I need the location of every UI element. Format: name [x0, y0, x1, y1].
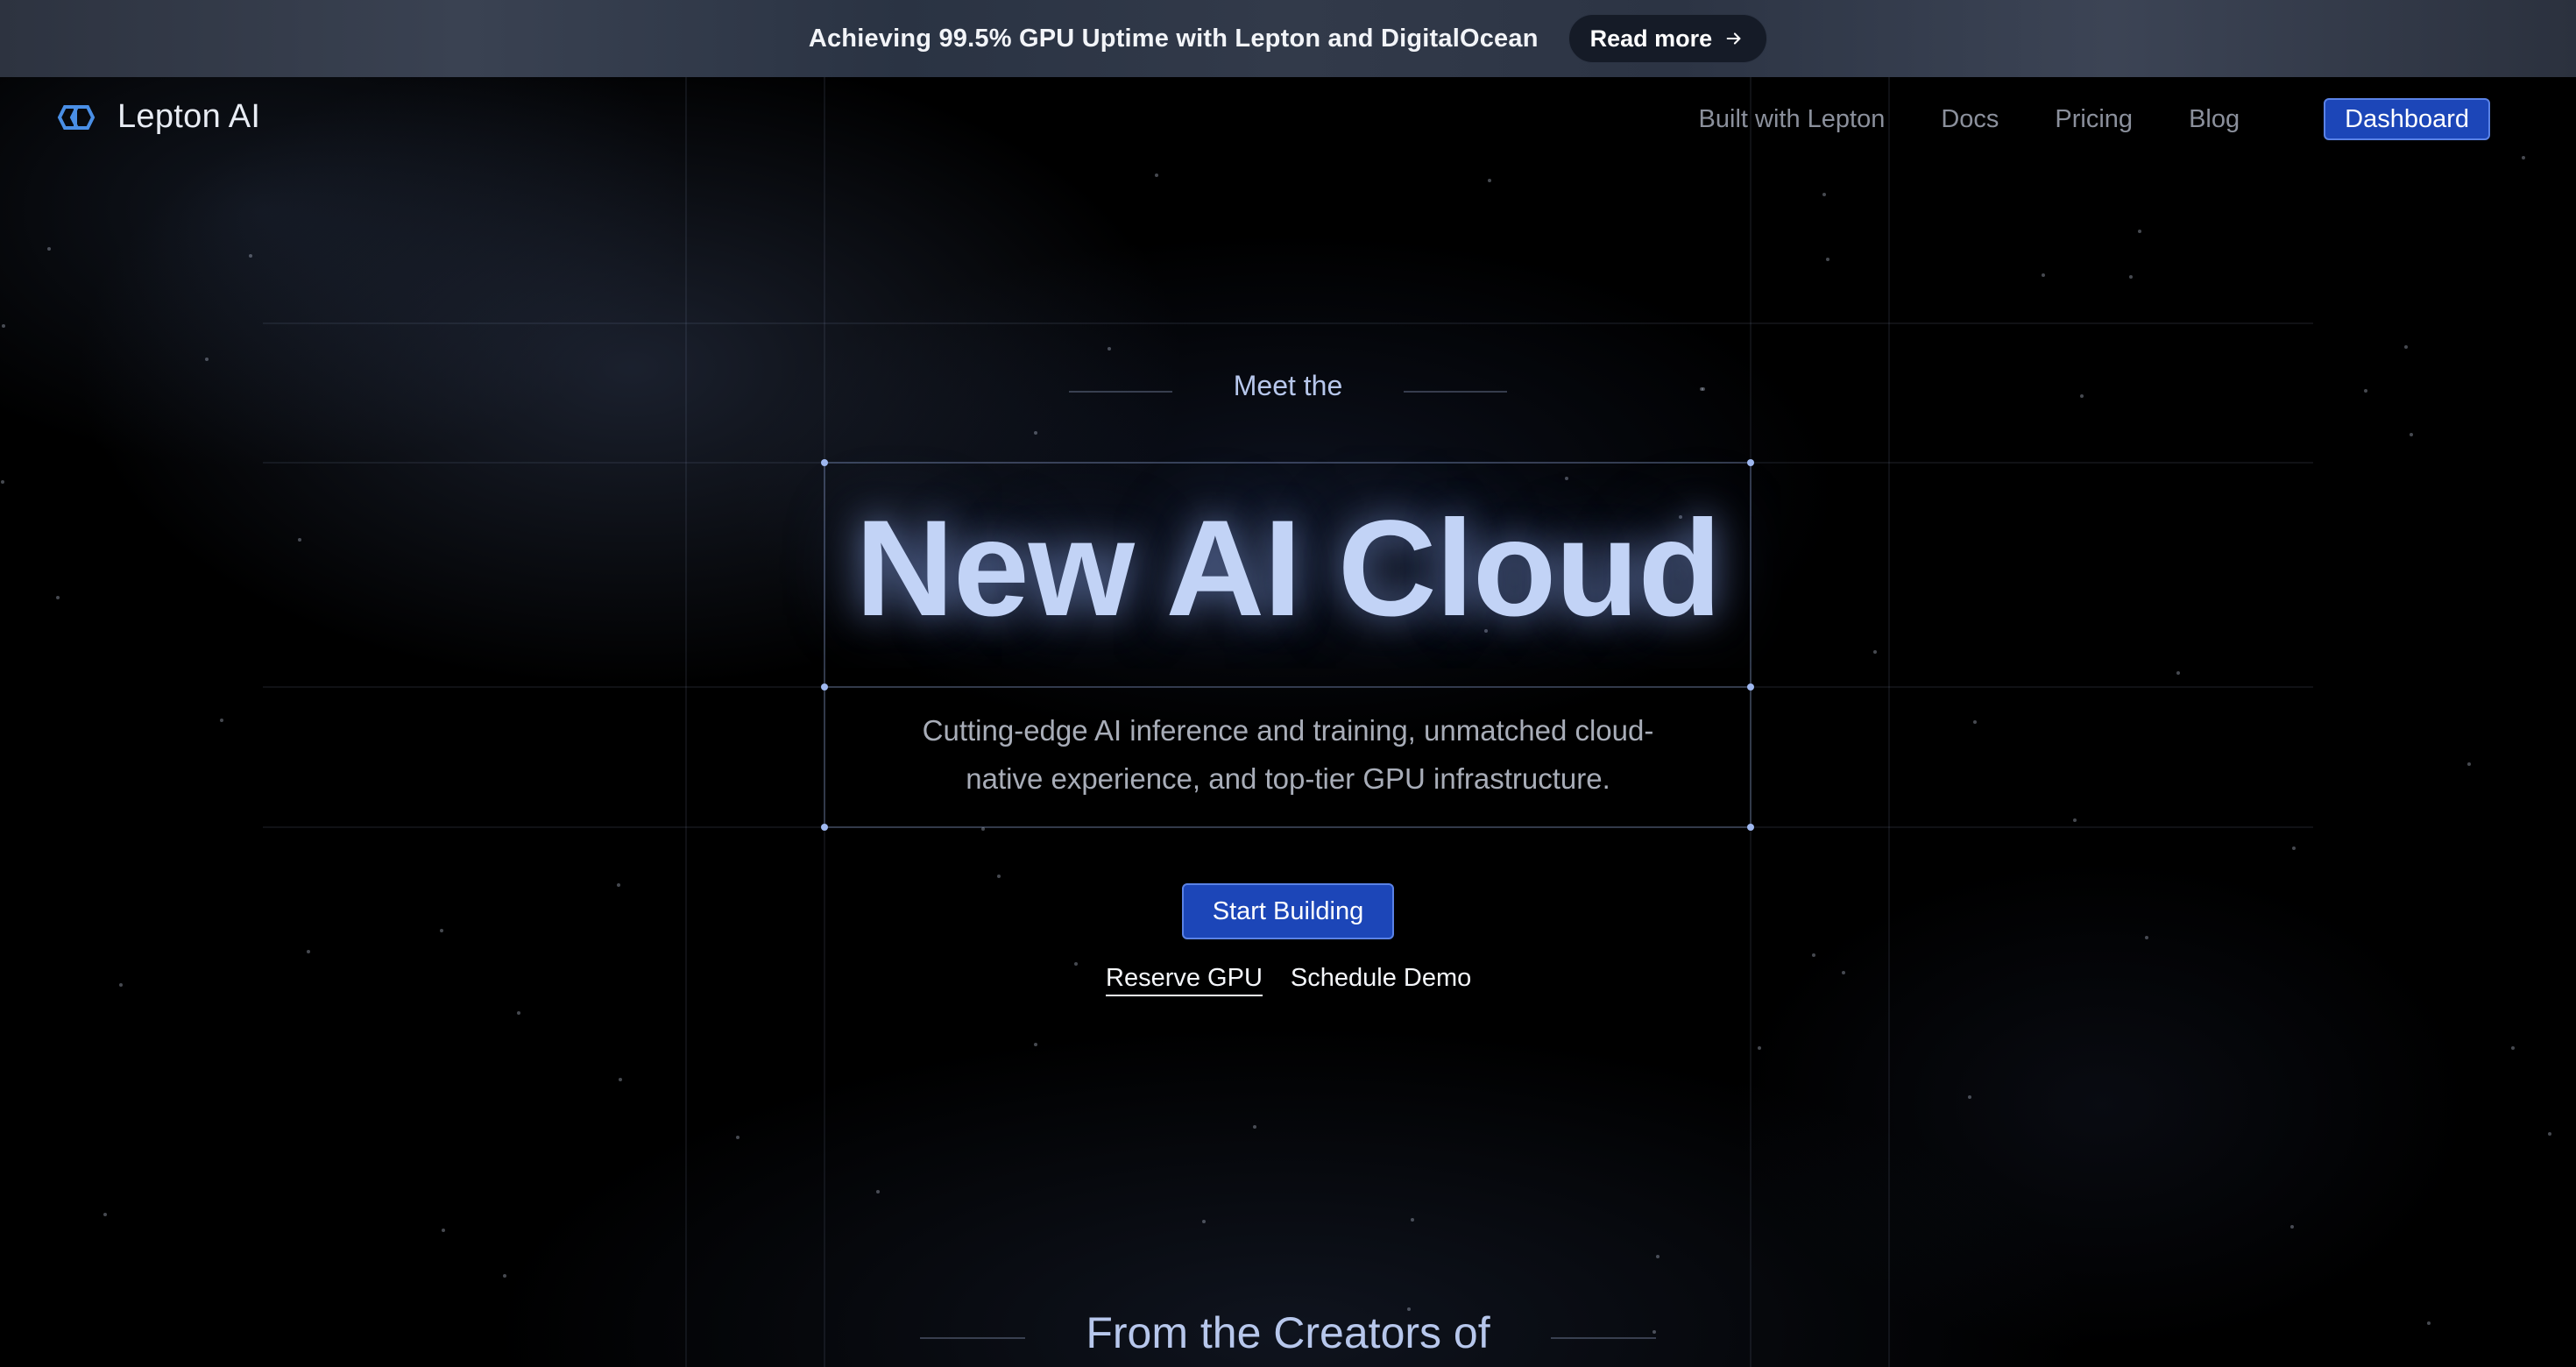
read-more-button[interactable]: Read more	[1568, 14, 1768, 63]
reserve-gpu-link[interactable]: Reserve GPU	[1106, 964, 1263, 996]
hero-subtitle: Cutting-edge AI inference and training, …	[867, 706, 1709, 803]
background-grid	[1, 77, 2551, 1367]
nav-link-built-with-lepton[interactable]: Built with Lepton	[1699, 105, 1886, 134]
logo[interactable]: Lepton AI	[54, 98, 260, 136]
nav-links: Built with Lepton Docs Pricing Blog Dash…	[1699, 98, 2490, 140]
schedule-demo-link[interactable]: Schedule Demo	[1291, 964, 1471, 996]
hero-subtitle-line-1: Cutting-edge AI inference and training, …	[922, 714, 1654, 747]
background-glow	[0, 0, 2576, 1367]
read-more-label: Read more	[1589, 25, 1713, 52]
nav-link-docs[interactable]: Docs	[1941, 105, 1999, 134]
secondary-links: Reserve GPU Schedule Demo	[1106, 964, 1471, 996]
dashboard-button[interactable]: Dashboard	[2324, 98, 2490, 140]
announcement-banner: Achieving 99.5% GPU Uptime with Lepton a…	[0, 0, 2576, 77]
lepton-logo-icon	[57, 104, 96, 130]
nav-link-blog[interactable]: Blog	[2189, 105, 2240, 134]
nav-link-pricing[interactable]: Pricing	[2055, 105, 2133, 134]
hero-eyebrow: Meet the	[1233, 370, 1343, 401]
logo-text: Lepton AI	[117, 98, 261, 135]
hero-title: New AI Cloud	[855, 492, 1722, 645]
start-building-button[interactable]: Start Building	[1182, 883, 1394, 939]
top-nav: Lepton AI Built with Lepton Docs Pricing…	[0, 77, 2576, 161]
hero-subtitle-line-2: native experience, and top-tier GPU infr…	[966, 762, 1610, 795]
banner-text: Achieving 99.5% GPU Uptime with Lepton a…	[808, 24, 1539, 53]
creators-heading: From the Creators of	[1086, 1308, 1490, 1357]
arrow-right-icon	[1726, 32, 1741, 45]
